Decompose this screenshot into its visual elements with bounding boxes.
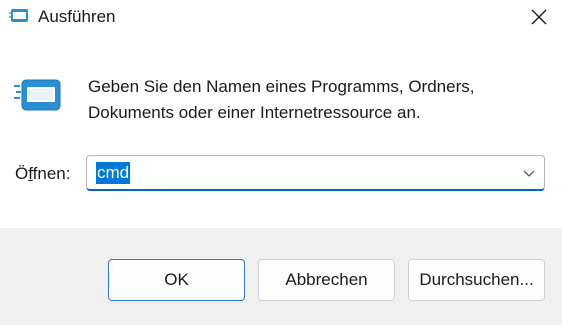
description-line: Dokuments oder einer Internetressource a… — [88, 103, 421, 122]
open-label-part: fnen: — [32, 164, 71, 183]
open-combobox[interactable]: cmd — [86, 155, 545, 191]
run-icon — [9, 8, 29, 24]
browse-button[interactable]: Durchsuchen... — [408, 259, 545, 301]
dialog-description: Geben Sie den Namen eines Programms, Ord… — [88, 74, 548, 126]
title-bar: Ausführen — [0, 0, 562, 38]
open-label: Öffnen: — [15, 163, 70, 185]
description-line: Geben Sie den Namen eines Programms, Ord… — [88, 77, 475, 96]
close-button[interactable] — [516, 0, 562, 38]
open-label-part: Ö — [15, 164, 29, 183]
cancel-button[interactable]: Abbrechen — [258, 259, 395, 301]
window-title: Ausführen — [38, 7, 116, 26]
run-icon — [14, 76, 62, 116]
open-input[interactable]: cmd — [96, 162, 131, 184]
dialog-content: Geben Sie den Namen eines Programms, Ord… — [0, 38, 562, 228]
ok-button[interactable]: OK — [108, 259, 245, 301]
chevron-down-icon[interactable] — [522, 166, 536, 180]
run-dialog: Ausführen Geben Sie den Namen eines Prog… — [0, 0, 562, 325]
close-icon — [531, 9, 547, 30]
